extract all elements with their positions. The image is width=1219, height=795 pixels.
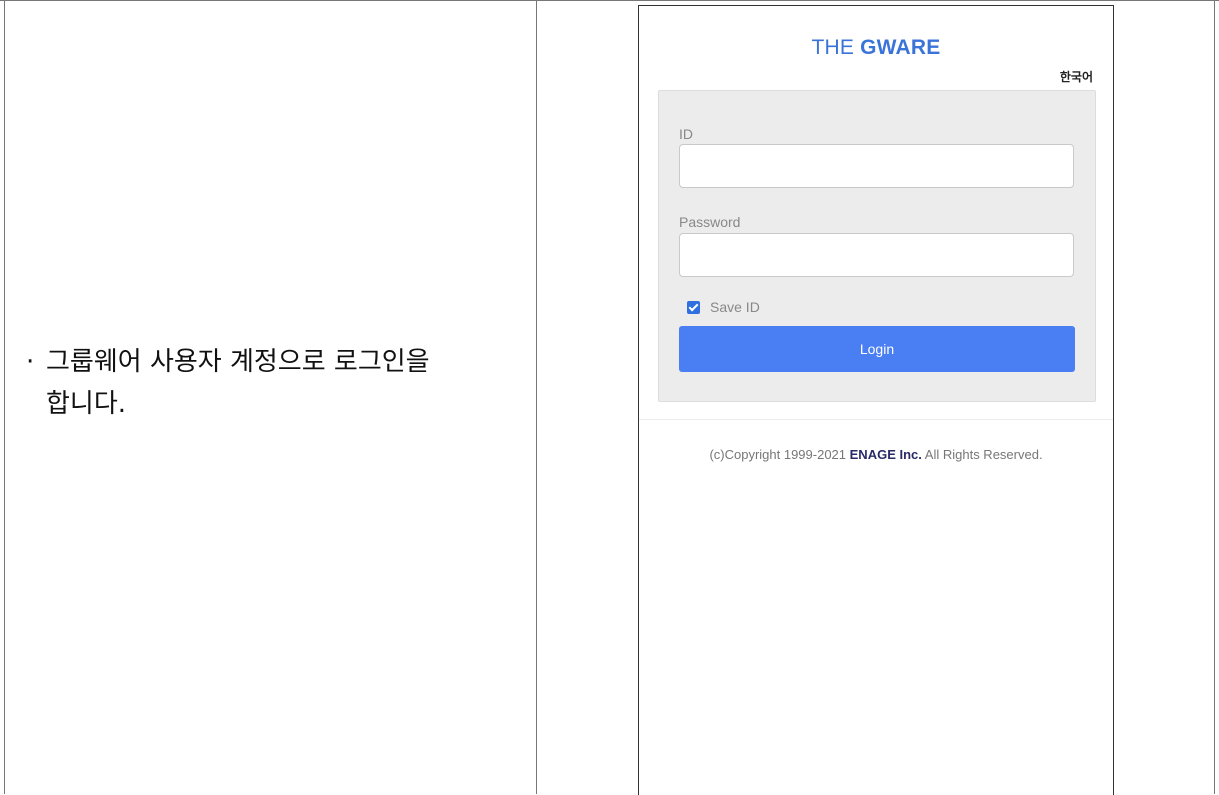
- instruction-text: 그룹웨어 사용자 계정으로 로그인을 합니다.: [46, 347, 430, 419]
- bullet-mark: ·: [26, 347, 35, 377]
- logo-prefix: THE: [811, 36, 861, 59]
- copyright-prefix: (c)Copyright 1999-2021: [709, 447, 850, 462]
- save-id-checkbox[interactable]: [687, 300, 700, 314]
- id-input[interactable]: [679, 144, 1074, 188]
- table-border-right: [1214, 1, 1215, 794]
- instruction-text-block: · 그룹웨어 사용자 계정으로 로그인을 합니다.: [26, 341, 516, 467]
- login-screenshot: THE GWARE 한국어 ID Password Save ID Login …: [638, 5, 1114, 795]
- copyright-footer: (c)Copyright 1999-2021 ENAGE Inc. All Ri…: [639, 447, 1113, 462]
- login-form: ID Password Save ID Login: [658, 90, 1096, 402]
- copyright-company: ENAGE Inc.: [849, 447, 922, 462]
- save-id-label[interactable]: Save ID: [710, 299, 760, 315]
- logo-main: GWARE: [860, 36, 941, 59]
- table-border-left: [4, 1, 5, 794]
- table-column-divider: [536, 1, 537, 794]
- copyright-suffix: All Rights Reserved.: [921, 447, 1043, 462]
- divider: [639, 419, 1113, 420]
- save-id-row: Save ID: [687, 299, 760, 315]
- password-input[interactable]: [679, 233, 1074, 277]
- login-button[interactable]: Login: [679, 326, 1075, 372]
- id-label: ID: [679, 126, 693, 142]
- password-label: Password: [679, 214, 741, 230]
- language-selector[interactable]: 한국어: [1060, 68, 1093, 85]
- gware-logo: THE GWARE: [639, 36, 1113, 60]
- document-table: · 그룹웨어 사용자 계정으로 로그인을 합니다. THE GWARE 한국어 …: [0, 0, 1219, 795]
